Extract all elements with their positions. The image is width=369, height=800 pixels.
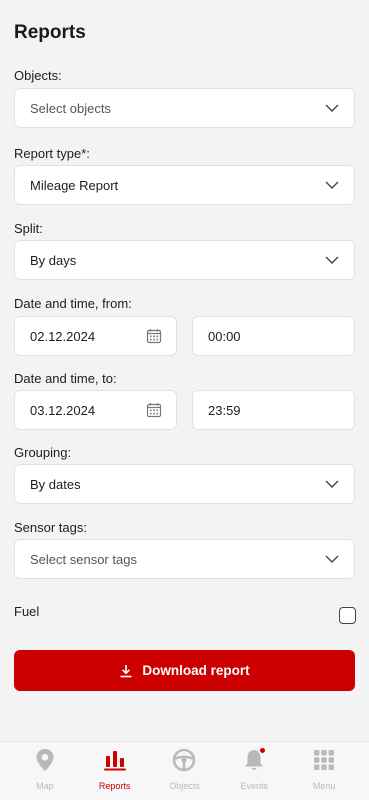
grouping-value: By dates: [30, 476, 81, 492]
time-from-input[interactable]: 00:00: [192, 316, 355, 356]
sensor-tags-select[interactable]: Select sensor tags: [14, 539, 355, 579]
objects-select[interactable]: Select objects: [14, 88, 355, 128]
date-from-input[interactable]: 02.12.2024: [14, 316, 177, 356]
date-to-value: 03.12.2024: [30, 402, 96, 418]
fuel-label: Fuel: [14, 604, 40, 619]
chevron-down-icon: [324, 177, 340, 193]
time-to-value: 23:59: [208, 402, 241, 418]
tab-events-label: Events: [240, 781, 269, 791]
bar-chart-icon: [103, 748, 127, 772]
objects-select-placeholder: Select objects: [30, 100, 111, 116]
tab-menu[interactable]: Menu: [292, 742, 356, 791]
page-title: Reports: [14, 22, 86, 43]
download-icon: [119, 664, 133, 678]
chevron-down-icon: [324, 252, 340, 268]
tab-reports-label: Reports: [98, 781, 131, 791]
date-from-label: Date and time, from:: [14, 296, 132, 311]
map-pin-icon: [33, 748, 57, 772]
chevron-down-icon: [324, 100, 340, 116]
chevron-down-icon: [324, 551, 340, 567]
split-select[interactable]: By days: [14, 240, 355, 280]
grid-icon: [312, 748, 336, 772]
grouping-label: Grouping:: [14, 445, 72, 460]
tab-menu-label: Menu: [312, 781, 336, 791]
date-from-value: 02.12.2024: [30, 328, 96, 344]
steering-wheel-icon: [172, 748, 196, 772]
chevron-down-icon: [324, 476, 340, 492]
bell-icon: [242, 747, 267, 772]
date-to-label: Date and time, to:: [14, 371, 117, 386]
split-value: By days: [30, 252, 77, 268]
fuel-checkbox[interactable]: [339, 607, 356, 624]
tab-reports[interactable]: Reports: [83, 742, 147, 791]
grouping-select[interactable]: By dates: [14, 464, 355, 504]
report-type-value: Mileage Report: [30, 177, 119, 193]
tab-map[interactable]: Map: [13, 742, 77, 791]
time-from-value: 00:00: [208, 328, 241, 344]
report-type-label: Report type*:: [14, 146, 90, 161]
report-type-select[interactable]: Mileage Report: [14, 165, 355, 205]
download-report-label: Download report: [142, 663, 250, 678]
date-to-input[interactable]: 03.12.2024: [14, 390, 177, 430]
calendar-icon[interactable]: [146, 402, 162, 418]
tab-objects[interactable]: Objects: [152, 742, 216, 791]
calendar-icon[interactable]: [146, 328, 162, 344]
split-label: Split:: [14, 221, 43, 236]
objects-label: Objects:: [14, 68, 62, 83]
download-report-button[interactable]: Download report: [14, 650, 355, 691]
sensor-tags-placeholder: Select sensor tags: [30, 551, 137, 567]
tab-objects-label: Objects: [169, 781, 200, 791]
tab-events[interactable]: Events: [222, 742, 286, 791]
tab-map-label: Map: [36, 781, 54, 791]
bottom-tab-bar: Map Reports Objects Events Menu: [0, 741, 369, 800]
time-to-input[interactable]: 23:59: [192, 390, 355, 430]
sensor-tags-label: Sensor tags:: [14, 520, 87, 535]
